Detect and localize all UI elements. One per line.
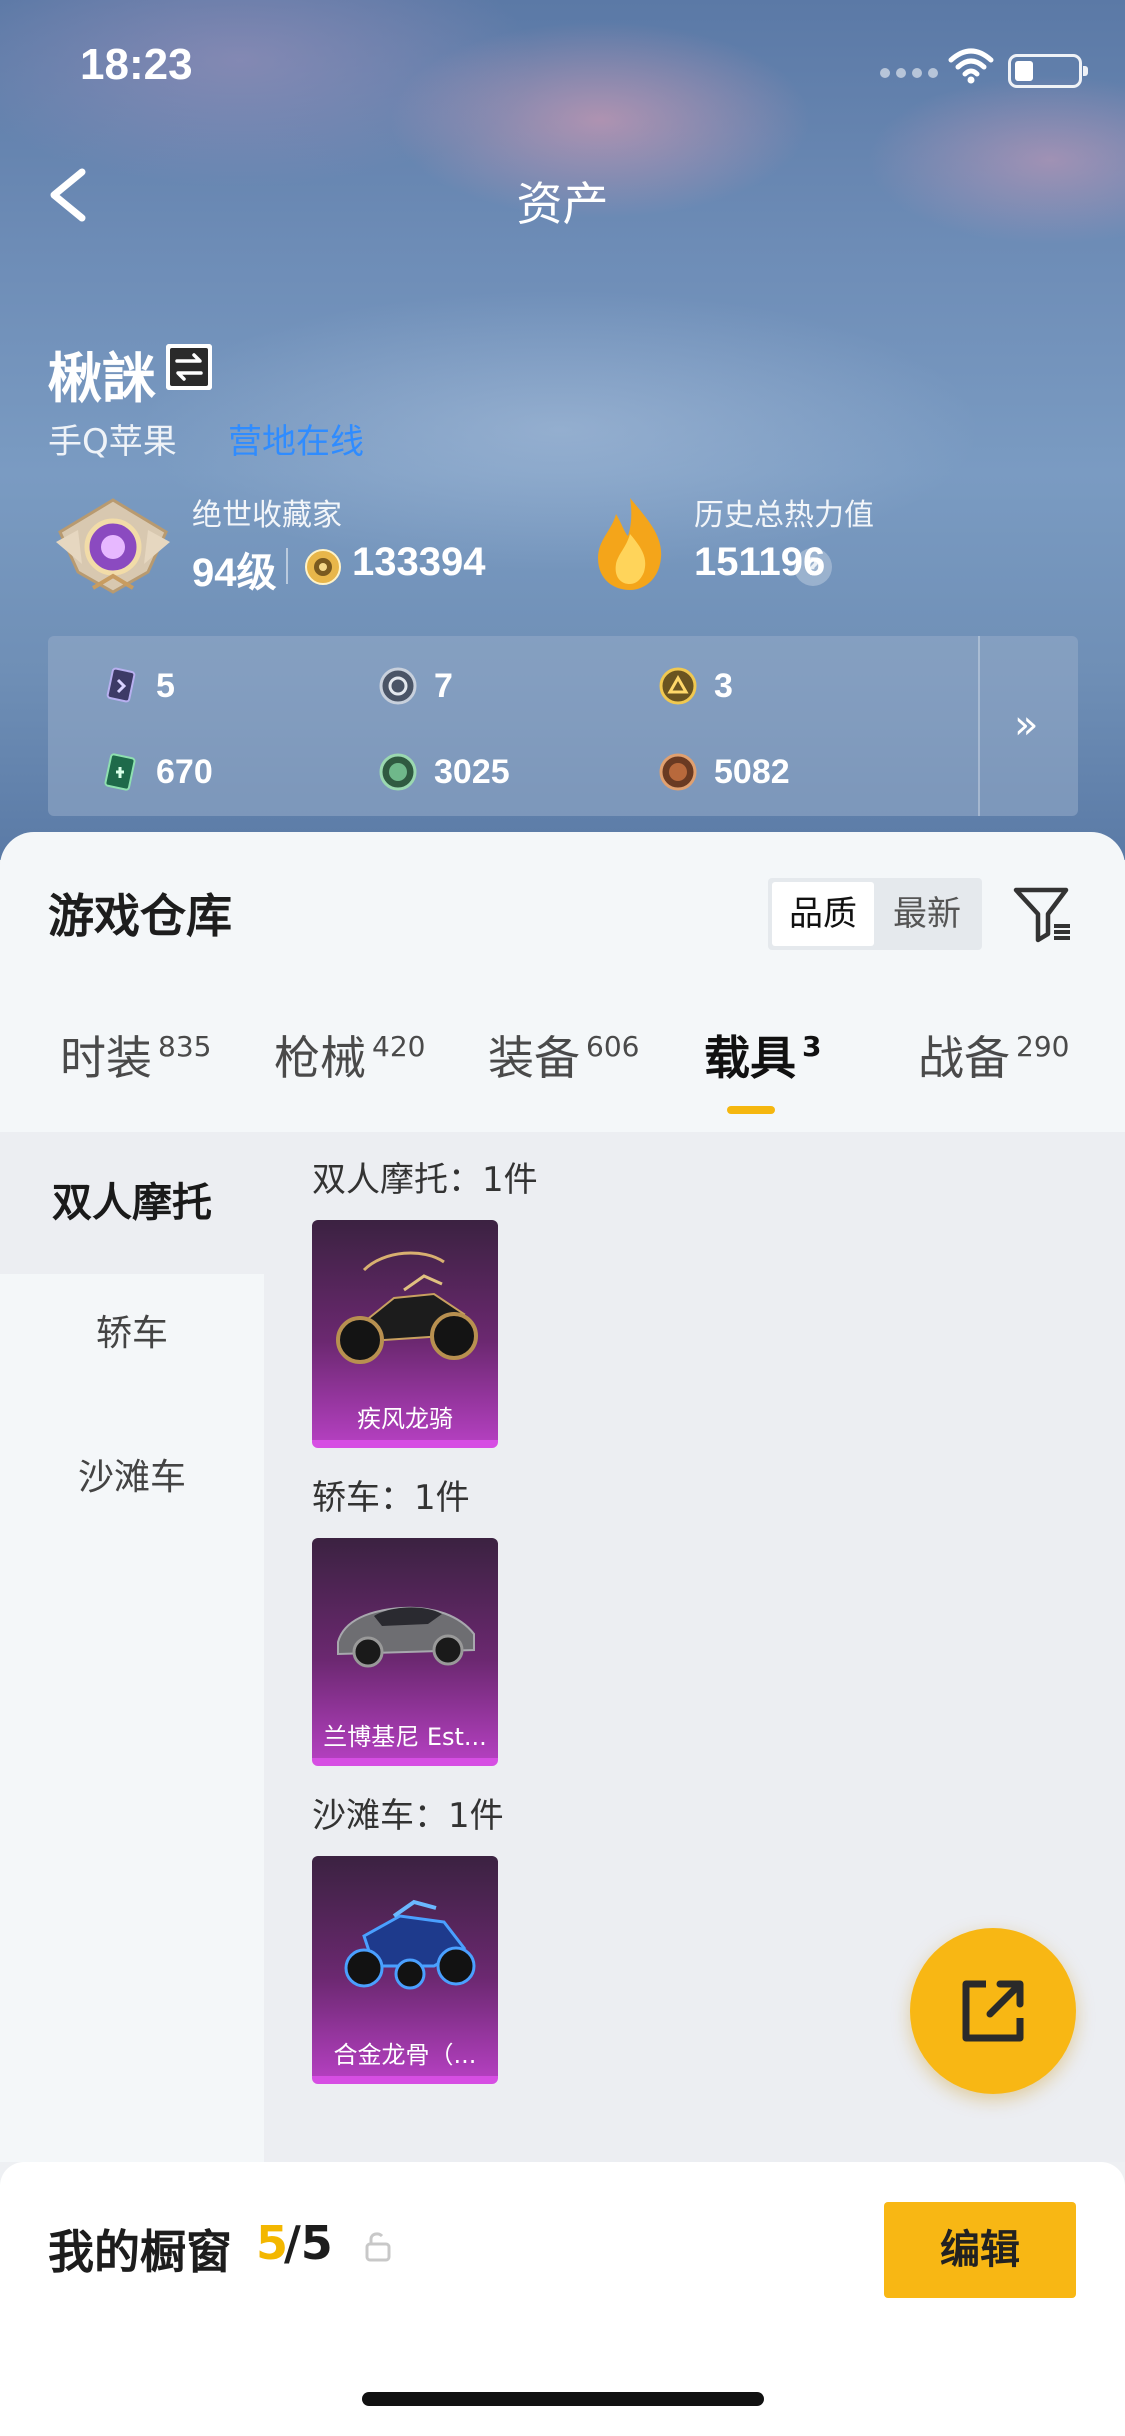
- edit-button[interactable]: 编辑: [884, 2202, 1076, 2298]
- tab-count: 290: [1016, 1030, 1070, 1063]
- stat-item: 5082: [658, 752, 790, 792]
- heat-title: 历史总热力值: [694, 498, 874, 533]
- green-coin-icon: [379, 753, 417, 791]
- vehicle-card[interactable]: 兰博基尼 Est...: [312, 1538, 498, 1766]
- status-time: 18:23: [80, 40, 193, 89]
- category-tabs: 时装 835 枪械 420 装备 606 载具 3 战备 290: [0, 1022, 1125, 1132]
- platform-label: 手Q苹果: [48, 422, 177, 462]
- group-title: 双人摩托：1件: [312, 1160, 538, 1200]
- active-tab-indicator: [727, 1106, 775, 1114]
- showcase-bar: 我的橱窗 5 /5 编辑: [0, 2162, 1125, 2436]
- stat-value: 7: [434, 666, 453, 705]
- cellular-signal-icon: [880, 68, 938, 78]
- collector-medal-icon: [56, 498, 170, 594]
- unlock-icon[interactable]: [364, 2230, 392, 2264]
- side-item-sedan[interactable]: 轿车: [0, 1294, 264, 1374]
- warehouse-title: 游戏仓库: [48, 889, 232, 943]
- stat-value: 670: [156, 752, 213, 791]
- stat-value: 3025: [434, 752, 510, 791]
- divider: [286, 548, 288, 584]
- tab-count: 420: [372, 1030, 426, 1063]
- tab-label: 装备: [488, 1031, 580, 1085]
- gold-coin-icon: [659, 667, 697, 705]
- tab-count: 3: [802, 1030, 822, 1063]
- vehicle-name: 合金龙骨（...: [333, 2041, 477, 2069]
- tab-label: 枪械: [274, 1031, 366, 1085]
- profile-header: 18:23 资产 楸詸 手Q苹果 营地在线 绝世收藏家 94级 133394 历…: [0, 0, 1125, 860]
- collector-level: 94级: [192, 551, 277, 595]
- side-item-buggy[interactable]: 沙滩车: [0, 1438, 264, 1518]
- side-item-motorcycle[interactable]: 双人摩托: [0, 1132, 264, 1274]
- sort-newest-button[interactable]: 最新: [876, 882, 978, 946]
- user-name: 楸詸: [48, 347, 156, 410]
- tab-weapons[interactable]: 枪械 420: [274, 1022, 425, 1088]
- stat-item: 3025: [378, 752, 510, 792]
- group-title: 沙滩车：1件: [312, 1796, 504, 1836]
- motorcycle-image: [336, 1251, 478, 1364]
- vehicle-card[interactable]: 合金龙骨（...: [312, 1856, 498, 2084]
- sedan-image: [337, 1606, 475, 1668]
- status-bar: 18:23: [0, 0, 1125, 132]
- tab-count: 835: [158, 1030, 212, 1063]
- showcase-label: 我的橱窗: [48, 2225, 232, 2279]
- battery-icon: [1008, 54, 1088, 88]
- bronze-coin-icon: [659, 753, 697, 791]
- collector-points: 133394: [352, 540, 486, 584]
- home-indicator: [362, 2392, 764, 2406]
- help-icon[interactable]: ?: [794, 548, 832, 586]
- collector-title: 绝世收藏家: [192, 498, 342, 533]
- online-status[interactable]: 营地在线: [228, 414, 364, 463]
- collector-points-icon: [305, 549, 341, 585]
- share-button[interactable]: [910, 1928, 1076, 2094]
- wifi-icon: [948, 48, 994, 84]
- tab-count: 606: [586, 1030, 640, 1063]
- vehicle-name: 疾风龙骑: [357, 1405, 453, 1433]
- vehicle-type-nav: 双人摩托 轿车 沙滩车: [0, 1132, 264, 2162]
- tab-vehicles[interactable]: 载具 3: [704, 1022, 821, 1088]
- stat-item: 5: [100, 666, 175, 706]
- page-title: 资产: [516, 177, 609, 231]
- share-icon: [962, 1980, 1024, 2042]
- vehicle-name: 兰博基尼 Est...: [323, 1723, 487, 1751]
- buggy-image: [344, 1899, 476, 1990]
- divider: [978, 636, 980, 816]
- switch-account-icon[interactable]: [166, 344, 212, 390]
- stat-item: 7: [378, 666, 453, 706]
- stat-value: 3: [714, 666, 733, 705]
- asset-stats-panel[interactable]: 5 7 3 670 3025 5082 »: [48, 636, 1078, 816]
- card-asset-icon: [106, 667, 136, 703]
- stat-value: 5082: [714, 752, 790, 791]
- stat-value: 5: [156, 666, 175, 705]
- stat-item: 3: [658, 666, 733, 706]
- showcase-total: /5: [284, 2216, 333, 2270]
- tab-fashion[interactable]: 时装 835: [60, 1022, 211, 1088]
- tab-supplies[interactable]: 战备 290: [918, 1022, 1069, 1088]
- more-stats-arrow-icon[interactable]: »: [1014, 702, 1038, 748]
- sort-toggle: 品质 最新: [768, 878, 982, 950]
- group-title: 轿车：1件: [312, 1478, 470, 1518]
- tab-label: 时装: [60, 1031, 152, 1085]
- vehicle-card[interactable]: 疾风龙骑: [312, 1220, 498, 1448]
- sort-quality-button[interactable]: 品质: [772, 882, 874, 946]
- stat-item: 670: [100, 752, 213, 792]
- flame-icon: [598, 498, 662, 590]
- tab-label: 战备: [918, 1031, 1010, 1085]
- tab-label: 载具: [704, 1031, 796, 1085]
- silver-coin-icon: [379, 667, 417, 705]
- ticket-icon: [104, 753, 136, 791]
- tab-equipment[interactable]: 装备 606: [488, 1022, 639, 1088]
- filter-icon[interactable]: [1010, 882, 1074, 946]
